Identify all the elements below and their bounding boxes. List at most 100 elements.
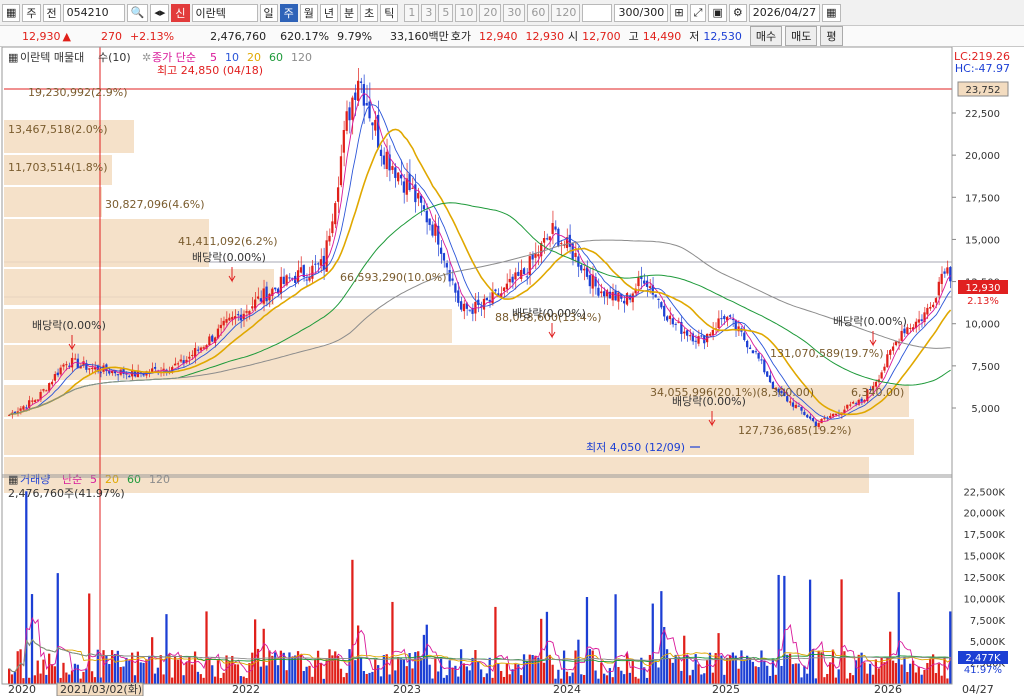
volume-bar bbox=[128, 660, 131, 684]
volume-bar bbox=[122, 666, 125, 684]
settings-icon[interactable]: ⚙ bbox=[728, 3, 747, 22]
range-slider[interactable] bbox=[582, 3, 613, 22]
search-icon[interactable]: 🔍 bbox=[126, 3, 149, 22]
interval-120[interactable]: 120 bbox=[551, 3, 581, 22]
candle bbox=[179, 359, 182, 362]
candle bbox=[319, 259, 323, 266]
candle bbox=[42, 389, 45, 391]
candle bbox=[728, 315, 732, 317]
candle bbox=[462, 303, 466, 312]
candle bbox=[90, 367, 94, 369]
volume-bar bbox=[482, 677, 486, 684]
volume-bar bbox=[814, 678, 817, 684]
volume-bar bbox=[62, 662, 65, 684]
volume-last-label: 2,476,760주(41.97%) bbox=[8, 487, 125, 500]
timeframe-4[interactable]: 분 bbox=[340, 3, 359, 22]
volume-bar bbox=[302, 671, 305, 684]
date-field[interactable]: 2026/04/27 bbox=[748, 3, 821, 22]
candle bbox=[654, 294, 657, 297]
period-select[interactable]: 주 bbox=[22, 3, 41, 22]
price-tick-label: 5,000 bbox=[971, 404, 1000, 415]
profile-label: 66,593,290(10.0%) bbox=[340, 271, 447, 284]
volume-bar bbox=[943, 656, 946, 684]
price-volume-chart[interactable]: 19,230,992(2.9%) 13,467,518(2.0%) 11,703,5… bbox=[0, 46, 1024, 697]
candle bbox=[608, 291, 611, 299]
candle bbox=[568, 234, 571, 247]
candle bbox=[88, 368, 91, 370]
new-badge: 신 bbox=[171, 3, 190, 22]
timeframe-6[interactable]: 틱 bbox=[380, 3, 399, 22]
timeframe-2[interactable]: 월 bbox=[299, 3, 318, 22]
volume-bar bbox=[88, 593, 91, 684]
timeframe-3[interactable]: 년 bbox=[319, 3, 339, 22]
candle bbox=[617, 292, 620, 302]
volume-bar bbox=[276, 665, 280, 684]
interval-10[interactable]: 10 bbox=[455, 3, 478, 22]
interval-3[interactable]: 3 bbox=[421, 3, 437, 22]
count-field[interactable]: 300/300 bbox=[614, 3, 669, 22]
candle bbox=[849, 404, 852, 406]
volume-bar bbox=[611, 677, 614, 684]
timeframe-0[interactable]: 일 bbox=[259, 3, 278, 22]
volume-bar bbox=[162, 674, 165, 684]
volume-bar bbox=[900, 664, 903, 684]
volume-bar bbox=[849, 672, 852, 684]
interval-30[interactable]: 30 bbox=[503, 3, 526, 22]
avg-button[interactable]: 평 bbox=[820, 26, 843, 46]
volume-bar bbox=[743, 660, 746, 684]
grid-icon[interactable]: ▦ bbox=[2, 3, 21, 22]
volume-bar bbox=[726, 657, 729, 684]
candle bbox=[222, 320, 225, 326]
ma-label: 종가 단순 bbox=[152, 51, 196, 64]
candle bbox=[251, 306, 254, 309]
volume-bar bbox=[877, 668, 880, 684]
volume-bar bbox=[645, 677, 649, 684]
candle bbox=[508, 278, 511, 283]
interval-60[interactable]: 60 bbox=[527, 3, 550, 22]
save-icon[interactable]: ▣ bbox=[708, 3, 727, 22]
x-label-2026: 2026 bbox=[874, 683, 902, 696]
candle bbox=[305, 279, 308, 281]
candle bbox=[62, 364, 65, 367]
candle bbox=[537, 254, 540, 257]
buy-button[interactable]: 매수 bbox=[749, 26, 783, 46]
sell-button[interactable]: 매도 bbox=[785, 26, 818, 46]
candle bbox=[411, 187, 414, 189]
high: 14,490 bbox=[642, 29, 682, 43]
market-select[interactable]: 전 bbox=[42, 3, 61, 22]
volume-bar bbox=[173, 656, 177, 684]
volume-bar bbox=[274, 652, 277, 684]
volume-tick-label: 20,000K bbox=[963, 509, 1005, 520]
candle bbox=[648, 286, 652, 288]
volume-bar bbox=[497, 663, 500, 684]
volume-bar bbox=[923, 669, 926, 684]
candle bbox=[803, 411, 806, 415]
volume-bar bbox=[777, 574, 780, 684]
prev-icon[interactable]: ◂▸ bbox=[150, 3, 170, 22]
timeframe-group: 일주월년분초틱 bbox=[258, 3, 399, 22]
timeframe-5[interactable]: 초 bbox=[360, 3, 379, 22]
stock-name[interactable]: 이란텍 bbox=[191, 3, 258, 22]
interval-20[interactable]: 20 bbox=[479, 3, 502, 22]
candle bbox=[946, 267, 949, 274]
candle bbox=[600, 291, 603, 294]
volume-bar bbox=[914, 672, 918, 684]
dividend-arrow-icon bbox=[548, 323, 556, 339]
vol-ratio: 620.17% bbox=[280, 29, 330, 43]
timeframe-1[interactable]: 주 bbox=[279, 3, 298, 22]
volume-bar bbox=[388, 674, 391, 684]
volume-bar bbox=[891, 660, 895, 684]
candle bbox=[454, 283, 457, 293]
interval-5[interactable]: 5 bbox=[438, 3, 454, 22]
volume-bar bbox=[763, 660, 766, 684]
volume-bar bbox=[477, 661, 480, 684]
code-input[interactable]: 054210 bbox=[62, 3, 125, 22]
chart-tool-icon[interactable]: ⊞ bbox=[670, 3, 688, 22]
volume-bar bbox=[826, 673, 829, 684]
volume-bar bbox=[823, 677, 826, 684]
zoom-icon[interactable]: ⤢ bbox=[689, 3, 707, 22]
candle bbox=[811, 418, 815, 422]
calendar-icon[interactable]: ▦ bbox=[822, 3, 841, 22]
chart-area[interactable]: 19,230,992(2.9%) 13,467,518(2.0%) 11,703,5… bbox=[0, 46, 1024, 697]
interval-1[interactable]: 1 bbox=[404, 3, 420, 22]
